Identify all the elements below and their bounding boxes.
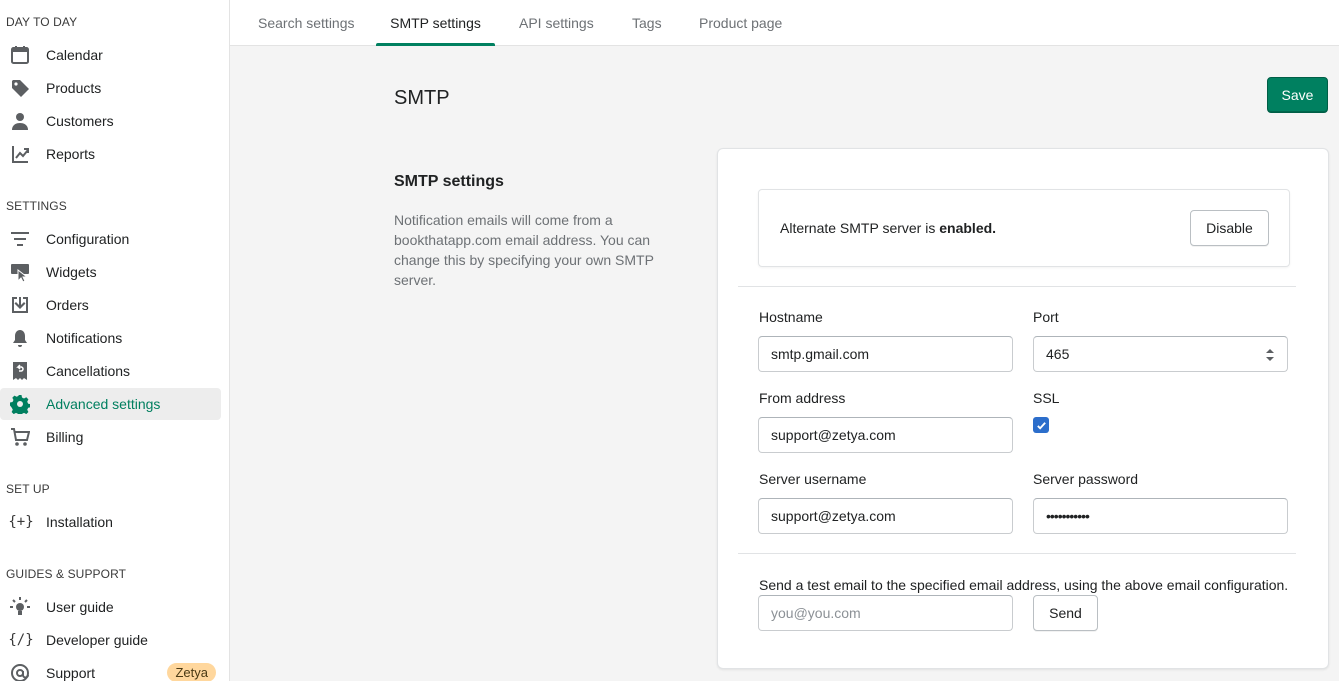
test-email-input[interactable]: [758, 595, 1013, 631]
sidebar-item-label: User guide: [46, 599, 114, 615]
save-button[interactable]: Save: [1267, 77, 1328, 113]
active-tab-indicator: [376, 43, 495, 46]
hostname-label: Hostname: [759, 309, 823, 325]
section-title-settings: SETTINGS: [6, 199, 67, 213]
sidebar-item-widgets[interactable]: Widgets: [0, 256, 221, 288]
code-icon: {/}: [8, 632, 34, 648]
smtp-settings-card: Alternate SMTP server is enabled. Disabl…: [717, 148, 1329, 669]
braces-plus-icon: {+}: [8, 514, 34, 530]
sidebar-item-configuration[interactable]: Configuration: [0, 223, 221, 255]
reports-icon: [9, 144, 30, 164]
tab-product-page[interactable]: Product page: [699, 0, 782, 46]
cart-icon: [9, 427, 30, 447]
sidebar-item-products[interactable]: Products: [0, 72, 221, 104]
sidebar-item-label: Advanced settings: [46, 396, 161, 412]
sidebar-item-label: Products: [46, 80, 102, 96]
server-password-input[interactable]: •••••••••••: [1033, 498, 1288, 534]
tab-tags[interactable]: Tags: [632, 0, 662, 46]
sidebar-item-developer-guide[interactable]: {/} Developer guide: [0, 624, 221, 656]
server-username-label: Server username: [759, 471, 867, 487]
port-label: Port: [1033, 309, 1059, 325]
sidebar-item-reports[interactable]: Reports: [0, 138, 221, 170]
smtp-status-text: Alternate SMTP server is enabled.: [780, 220, 997, 236]
tab-bar: Search settings SMTP settings API settin…: [230, 0, 1339, 46]
tag-icon: [9, 78, 30, 98]
stepper-arrows-icon[interactable]: [1265, 348, 1275, 362]
bell-icon: [9, 328, 30, 348]
sidebar-item-label: Support: [46, 665, 96, 681]
from-address-input[interactable]: support@zetya.com: [758, 417, 1013, 453]
divider: [738, 286, 1296, 287]
tab-smtp-settings[interactable]: SMTP settings: [376, 0, 495, 46]
sidebar-item-advanced-settings[interactable]: Advanced settings: [0, 388, 221, 420]
widgets-icon: [9, 262, 30, 282]
server-username-input[interactable]: support@zetya.com: [758, 498, 1013, 534]
sidebar-item-label: Notifications: [46, 330, 123, 346]
hostname-input[interactable]: smtp.gmail.com: [758, 336, 1013, 372]
section-description: Notification emails will come from a boo…: [394, 212, 654, 288]
tab-api-settings[interactable]: API settings: [519, 0, 594, 46]
gear-icon: [9, 394, 30, 414]
sidebar-item-label: Configuration: [46, 231, 130, 247]
ssl-label: SSL: [1033, 390, 1060, 406]
sidebar-item-label: Installation: [46, 514, 113, 530]
divider: [738, 553, 1296, 554]
person-icon: [9, 111, 30, 131]
user-badge: Zetya: [167, 663, 216, 681]
sidebar-item-installation[interactable]: {+} Installation: [0, 506, 221, 538]
sidebar-item-label: Reports: [46, 146, 96, 162]
sidebar-item-user-guide[interactable]: User guide: [0, 591, 221, 623]
sidebar: DAY TO DAY Calendar Products Customers R…: [0, 0, 230, 681]
sidebar-item-cancellations[interactable]: Cancellations: [0, 355, 221, 387]
sidebar-item-label: Customers: [46, 113, 114, 129]
lightbulb-icon: [9, 597, 30, 617]
checkmark-icon: [1036, 421, 1046, 430]
sidebar-item-label: Calendar: [46, 47, 103, 63]
sidebar-item-label: Orders: [46, 297, 89, 313]
sidebar-item-support[interactable]: Support Zetya: [0, 657, 221, 681]
receipt-icon: [9, 361, 30, 381]
page-title: SMTP: [394, 87, 450, 109]
smtp-status-banner: Alternate SMTP server is enabled. Disabl…: [758, 189, 1290, 267]
port-input[interactable]: 465: [1033, 336, 1288, 372]
calendar-icon: [9, 45, 30, 65]
at-icon: [9, 663, 30, 681]
sidebar-item-orders[interactable]: Orders: [0, 289, 221, 321]
section-heading: SMTP settings: [394, 173, 504, 190]
sidebar-item-label: Widgets: [46, 264, 97, 280]
sidebar-item-calendar[interactable]: Calendar: [0, 39, 221, 71]
server-password-label: Server password: [1033, 471, 1139, 487]
tab-search-settings[interactable]: Search settings: [258, 0, 355, 46]
sliders-icon: [9, 229, 30, 249]
sidebar-item-notifications[interactable]: Notifications: [0, 322, 221, 354]
sidebar-item-billing[interactable]: Billing: [0, 421, 221, 453]
sidebar-item-label: Cancellations: [46, 363, 131, 379]
ssl-checkbox[interactable]: [1033, 417, 1049, 433]
section-title-day-to-day: DAY TO DAY: [6, 15, 78, 29]
orders-icon: [9, 295, 30, 315]
sidebar-item-label: Developer guide: [46, 632, 148, 648]
section-title-set-up: SET UP: [6, 482, 50, 496]
from-address-label: From address: [759, 390, 846, 406]
sidebar-item-label: Billing: [46, 429, 84, 445]
section-title-guides-support: GUIDES & SUPPORT: [6, 567, 127, 581]
smtp-status-value: enabled.: [939, 220, 997, 236]
disable-button[interactable]: Disable: [1190, 210, 1269, 246]
sidebar-item-customers[interactable]: Customers: [0, 105, 221, 137]
send-test-button[interactable]: Send: [1033, 595, 1098, 631]
test-email-description: Send a test email to the specified email…: [759, 577, 1289, 593]
